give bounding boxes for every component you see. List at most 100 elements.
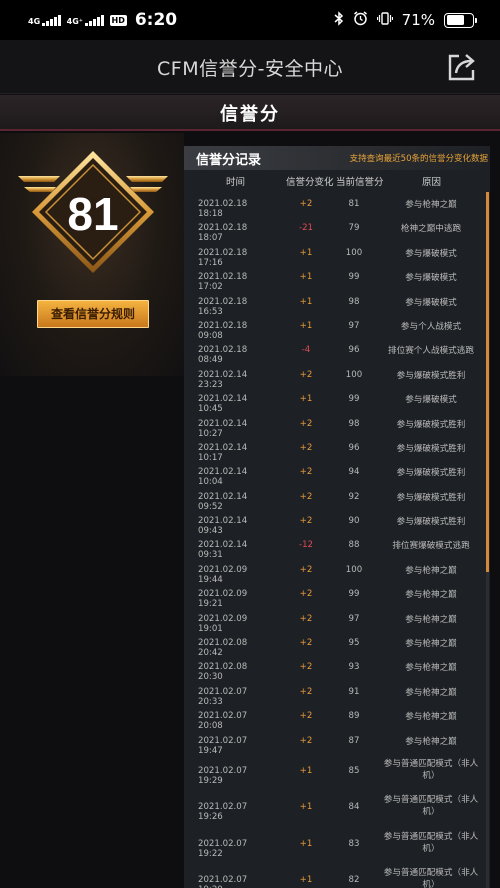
row-current-score: 93 [348,662,360,673]
row-current-score: 79 [348,223,360,234]
row-current-score: 100 [345,247,363,258]
row-delta: -21 [298,223,314,234]
table-row: 2021.02.07 19:29 +1 85 参与普通匹配模式（非人机） [184,753,484,790]
table-row: 2021.02.18 08:49 -4 96 排位赛个人战模式逃跑 [184,338,484,365]
row-delta: +1 [299,838,313,849]
row-current-score: 88 [348,540,360,551]
row-reason: 参与枪神之巅 [405,687,457,698]
hd-voice-icon: HD [109,14,127,26]
row-current-score: 99 [348,394,360,405]
row-delta: +2 [299,564,313,575]
row-reason: 参与枪神之巅 [405,565,457,576]
row-reason: 参与个人战模式 [400,321,462,332]
row-current-score: 97 [348,320,360,331]
table-row: 2021.02.14 10:04 +2 94 参与爆破模式胜利 [184,460,484,487]
row-delta: +2 [299,418,313,429]
row-reason: 参与枪神之巅 [405,712,457,723]
scroll-thumb[interactable] [486,192,489,572]
row-time: 2021.02.07 19:29 [198,765,248,786]
network-type-1: 4G [28,16,41,26]
row-delta: +2 [299,662,313,673]
credit-score: 81 [67,188,119,240]
row-delta: +1 [299,875,313,886]
row-current-score: 91 [348,686,360,697]
banner-title: 信誉分 [220,104,280,125]
row-delta: +1 [299,296,313,307]
row-current-score: 89 [348,711,360,722]
share-icon [448,54,475,81]
row-current-score: 83 [348,838,360,849]
battery-fill [446,15,465,25]
row-current-score: 100 [345,369,363,380]
row-current-score: 87 [348,735,360,746]
signal-icon [42,14,61,26]
records-title: 信誉分记录 [196,153,262,168]
row-delta: +1 [299,802,313,813]
row-current-score: 90 [348,516,360,527]
vibrate-icon [376,11,393,30]
table-row: 2021.02.07 20:08 +2 89 参与枪神之巅 [184,704,484,731]
table-row: 2021.02.18 17:02 +1 99 参与爆破模式 [184,265,484,292]
table-row: 2021.02.18 17:16 +1 100 参与爆破模式 [184,241,484,268]
row-reason: 参与爆破模式 [405,297,457,308]
row-delta: +2 [299,442,313,453]
scrollbar[interactable] [486,192,489,888]
row-reason: 参与枪神之巅 [405,639,457,650]
records-panel: 信誉分记录 支持查询最近50条的信誉分变化数据 时间 信誉分变化 当前信誉分 原… [184,146,490,888]
table-row: 2021.02.18 09:08 +1 97 参与个人战模式 [184,314,484,341]
row-reason: 参与普通匹配模式（非人机） [383,831,479,854]
row-reason: 参与爆破模式胜利 [396,443,466,454]
row-delta: +1 [299,394,313,405]
row-delta: +1 [299,247,313,258]
row-reason: 参与爆破模式胜利 [396,517,466,528]
row-reason: 参与普通匹配模式（非人机） [383,758,479,781]
row-reason: 参与枪神之巅 [405,590,457,601]
row-delta: -12 [298,540,314,551]
battery-icon [444,12,477,28]
table-row: 2021.02.07 19:26 +1 84 参与普通匹配模式（非人机） [184,789,484,826]
row-reason: 枪神之巅中逃跑 [400,224,462,235]
row-current-score: 82 [348,875,360,886]
table-row: 2021.02.14 09:52 +2 92 参与爆破模式胜利 [184,485,484,512]
table-row: 2021.02.18 16:53 +1 98 参与爆破模式 [184,290,484,317]
row-current-score: 85 [348,765,360,776]
table-row: 2021.02.14 10:17 +2 96 参与爆破模式胜利 [184,436,484,463]
table-row: 2021.02.09 19:44 +2 100 参与枪神之巅 [184,558,484,585]
table-row: 2021.02.18 18:18 +2 81 参与枪神之巅 [184,192,484,219]
row-time: 2021.02.07 19:22 [198,838,248,859]
table-row: 2021.02.14 23:23 +2 100 参与爆破模式胜利 [184,363,484,390]
row-current-score: 98 [348,296,360,307]
row-delta: -4 [301,345,311,356]
bluetooth-icon [334,10,344,30]
row-current-score: 100 [345,564,363,575]
table-row: 2021.02.07 19:22 +1 83 参与普通匹配模式（非人机） [184,826,484,863]
row-delta: +2 [299,369,313,380]
row-reason: 参与爆破模式胜利 [396,370,466,381]
row-reason: 参与枪神之巅 [405,200,457,210]
score-badge: 81 [18,149,168,279]
row-reason: 参与爆破模式 [405,273,457,284]
row-delta: +2 [299,491,313,502]
row-reason: 参与爆破模式胜利 [396,492,466,503]
view-rules-button[interactable]: 查看信誉分规则 [37,300,149,328]
row-current-score: 92 [348,491,360,502]
row-delta: +1 [299,320,313,331]
table-row: 2021.02.18 18:07 -21 79 枪神之巅中逃跑 [184,216,484,243]
signal-icon-2 [85,14,104,26]
row-reason: 参与普通匹配模式（非人机） [383,868,479,888]
status-bar: 4G 4G⁺ HD 6:20 71% [0,0,500,40]
battery-percent: 71% [401,11,435,29]
row-current-score: 95 [348,638,360,649]
records-list[interactable]: 2021.02.18 18:18 +2 81 参与枪神之巅 2021.02.18 18:… [184,192,484,888]
row-current-score: 96 [348,345,360,356]
score-card: 81 查看信誉分规则 [0,133,184,376]
page-title: CFM信誉分-安全中心 [157,58,343,80]
row-reason: 参与枪神之巅 [405,736,457,747]
row-delta: +2 [299,516,313,527]
row-delta: +1 [299,272,313,283]
share-button[interactable] [446,51,478,83]
row-delta: +2 [299,711,313,722]
row-current-score: 99 [348,272,360,283]
row-reason: 参与爆破模式胜利 [396,468,466,479]
column-reason: 原因 [422,177,442,188]
